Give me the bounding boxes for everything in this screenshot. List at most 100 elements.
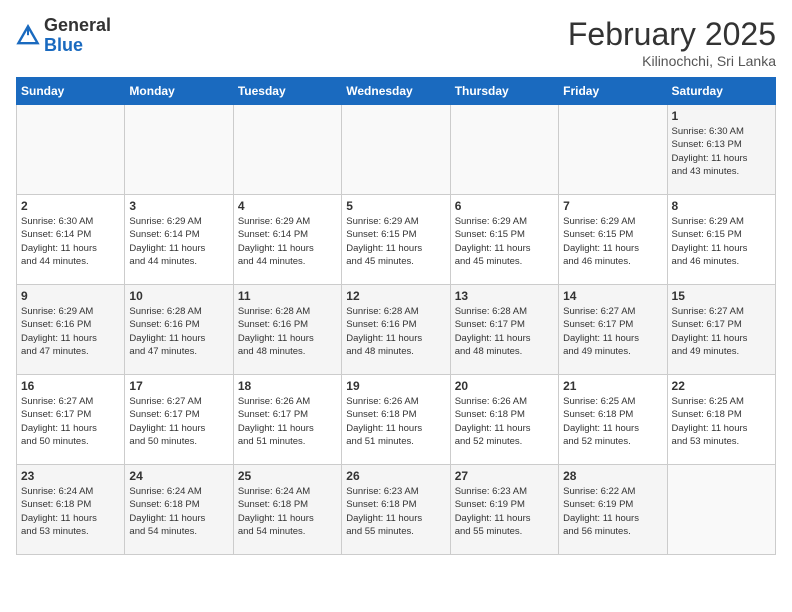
day-info: Sunrise: 6:24 AM Sunset: 6:18 PM Dayligh… <box>238 485 337 538</box>
day-number: 10 <box>129 289 228 303</box>
day-info: Sunrise: 6:23 AM Sunset: 6:18 PM Dayligh… <box>346 485 445 538</box>
day-number: 11 <box>238 289 337 303</box>
day-number: 17 <box>129 379 228 393</box>
day-number: 24 <box>129 469 228 483</box>
weekday-header-thursday: Thursday <box>450 78 558 105</box>
day-number: 18 <box>238 379 337 393</box>
day-number: 23 <box>21 469 120 483</box>
day-number: 16 <box>21 379 120 393</box>
calendar-cell: 11Sunrise: 6:28 AM Sunset: 6:16 PM Dayli… <box>233 285 341 375</box>
day-number: 13 <box>455 289 554 303</box>
calendar-cell <box>342 105 450 195</box>
day-number: 15 <box>672 289 771 303</box>
logo: General Blue <box>16 16 111 56</box>
logo-blue: Blue <box>44 36 111 56</box>
calendar-cell: 4 Sunrise: 6:29 AM Sunset: 6:14 PM Daylig… <box>233 195 341 285</box>
day-number: 20 <box>455 379 554 393</box>
calendar-cell: 5 Sunrise: 6:29 AM Sunset: 6:15 PM Daylig… <box>342 195 450 285</box>
calendar-cell: 18 Sunrise: 6:26 AM Sunset: 6:17 PM Dayli… <box>233 375 341 465</box>
day-info: Sunrise: 6:29 AM Sunset: 6:14 PM Dayligh… <box>129 215 228 268</box>
weekday-header-sunday: Sunday <box>17 78 125 105</box>
day-info: Sunrise: 6:29 AM Sunset: 6:15 PM Dayligh… <box>346 215 445 268</box>
calendar-cell <box>667 465 775 555</box>
calendar-cell <box>17 105 125 195</box>
calendar-table: SundayMondayTuesdayWednesdayThursdayFrid… <box>16 77 776 555</box>
day-info: Sunrise: 6:29 AM Sunset: 6:15 PM Dayligh… <box>455 215 554 268</box>
day-number: 1 <box>672 109 771 123</box>
calendar-cell: 14 Sunrise: 6:27 AM Sunset: 6:17 PM Dayli… <box>559 285 667 375</box>
calendar-title: February 2025 <box>568 16 776 53</box>
calendar-cell: 12 Sunrise: 6:28 AM Sunset: 6:16 PM Dayli… <box>342 285 450 375</box>
calendar-cell: 27 Sunrise: 6:23 AM Sunset: 6:19 PM Dayli… <box>450 465 558 555</box>
calendar-cell: 6Sunrise: 6:29 AM Sunset: 6:15 PM Daylig… <box>450 195 558 285</box>
day-info: Sunrise: 6:29 AM Sunset: 6:15 PM Dayligh… <box>672 215 771 268</box>
day-info: Sunrise: 6:26 AM Sunset: 6:18 PM Dayligh… <box>455 395 554 448</box>
calendar-cell <box>450 105 558 195</box>
calendar-cell: 13 Sunrise: 6:28 AM Sunset: 6:17 PM Dayli… <box>450 285 558 375</box>
day-number: 4 <box>238 199 337 213</box>
calendar-cell: 17 Sunrise: 6:27 AM Sunset: 6:17 PM Dayli… <box>125 375 233 465</box>
day-number: 5 <box>346 199 445 213</box>
calendar-cell: 22 Sunrise: 6:25 AM Sunset: 6:18 PM Dayli… <box>667 375 775 465</box>
day-info: Sunrise: 6:27 AM Sunset: 6:17 PM Dayligh… <box>563 305 662 358</box>
calendar-cell: 9 Sunrise: 6:29 AM Sunset: 6:16 PM Daylig… <box>17 285 125 375</box>
day-info: Sunrise: 6:30 AM Sunset: 6:13 PM Dayligh… <box>672 125 771 178</box>
day-number: 27 <box>455 469 554 483</box>
day-info: Sunrise: 6:23 AM Sunset: 6:19 PM Dayligh… <box>455 485 554 538</box>
day-number: 3 <box>129 199 228 213</box>
day-info: Sunrise: 6:29 AM Sunset: 6:16 PM Dayligh… <box>21 305 120 358</box>
day-info: Sunrise: 6:25 AM Sunset: 6:18 PM Dayligh… <box>563 395 662 448</box>
day-info: Sunrise: 6:28 AM Sunset: 6:17 PM Dayligh… <box>455 305 554 358</box>
day-number: 22 <box>672 379 771 393</box>
day-number: 26 <box>346 469 445 483</box>
calendar-cell: 10 Sunrise: 6:28 AM Sunset: 6:16 PM Dayli… <box>125 285 233 375</box>
calendar-cell: 8 Sunrise: 6:29 AM Sunset: 6:15 PM Daylig… <box>667 195 775 285</box>
calendar-cell <box>559 105 667 195</box>
page-header: General Blue February 2025 Kilinochchi, … <box>16 16 776 69</box>
calendar-cell: 3 Sunrise: 6:29 AM Sunset: 6:14 PM Daylig… <box>125 195 233 285</box>
calendar-cell: 25 Sunrise: 6:24 AM Sunset: 6:18 PM Dayli… <box>233 465 341 555</box>
weekday-header-saturday: Saturday <box>667 78 775 105</box>
day-number: 2 <box>21 199 120 213</box>
calendar-cell: 19 Sunrise: 6:26 AM Sunset: 6:18 PM Dayli… <box>342 375 450 465</box>
calendar-cell: 20 Sunrise: 6:26 AM Sunset: 6:18 PM Dayli… <box>450 375 558 465</box>
day-info: Sunrise: 6:29 AM Sunset: 6:14 PM Dayligh… <box>238 215 337 268</box>
day-info: Sunrise: 6:24 AM Sunset: 6:18 PM Dayligh… <box>21 485 120 538</box>
day-info: Sunrise: 6:22 AM Sunset: 6:19 PM Dayligh… <box>563 485 662 538</box>
calendar-cell: 24 Sunrise: 6:24 AM Sunset: 6:18 PM Dayli… <box>125 465 233 555</box>
calendar-subtitle: Kilinochchi, Sri Lanka <box>568 53 776 69</box>
calendar-cell <box>233 105 341 195</box>
day-number: 9 <box>21 289 120 303</box>
day-number: 12 <box>346 289 445 303</box>
day-number: 14 <box>563 289 662 303</box>
day-number: 19 <box>346 379 445 393</box>
calendar-cell: 28 Sunrise: 6:22 AM Sunset: 6:19 PM Dayli… <box>559 465 667 555</box>
calendar-cell: 7 Sunrise: 6:29 AM Sunset: 6:15 PM Daylig… <box>559 195 667 285</box>
day-number: 28 <box>563 469 662 483</box>
calendar-cell <box>125 105 233 195</box>
weekday-header-wednesday: Wednesday <box>342 78 450 105</box>
logo-icon <box>16 24 40 48</box>
day-number: 25 <box>238 469 337 483</box>
calendar-cell: 16Sunrise: 6:27 AM Sunset: 6:17 PM Dayli… <box>17 375 125 465</box>
day-info: Sunrise: 6:25 AM Sunset: 6:18 PM Dayligh… <box>672 395 771 448</box>
day-info: Sunrise: 6:27 AM Sunset: 6:17 PM Dayligh… <box>672 305 771 358</box>
day-info: Sunrise: 6:30 AM Sunset: 6:14 PM Dayligh… <box>21 215 120 268</box>
logo-general: General <box>44 16 111 36</box>
calendar-cell: 1 Sunrise: 6:30 AM Sunset: 6:13 PM Daylig… <box>667 105 775 195</box>
day-number: 21 <box>563 379 662 393</box>
day-number: 7 <box>563 199 662 213</box>
weekday-header-friday: Friday <box>559 78 667 105</box>
calendar-cell: 15 Sunrise: 6:27 AM Sunset: 6:17 PM Dayli… <box>667 285 775 375</box>
day-info: Sunrise: 6:29 AM Sunset: 6:15 PM Dayligh… <box>563 215 662 268</box>
day-number: 8 <box>672 199 771 213</box>
day-info: Sunrise: 6:24 AM Sunset: 6:18 PM Dayligh… <box>129 485 228 538</box>
day-info: Sunrise: 6:26 AM Sunset: 6:18 PM Dayligh… <box>346 395 445 448</box>
day-info: Sunrise: 6:28 AM Sunset: 6:16 PM Dayligh… <box>129 305 228 358</box>
title-block: February 2025 Kilinochchi, Sri Lanka <box>568 16 776 69</box>
calendar-cell: 23 Sunrise: 6:24 AM Sunset: 6:18 PM Dayli… <box>17 465 125 555</box>
day-info: Sunrise: 6:28 AM Sunset: 6:16 PM Dayligh… <box>346 305 445 358</box>
calendar-cell: 2 Sunrise: 6:30 AM Sunset: 6:14 PM Daylig… <box>17 195 125 285</box>
day-info: Sunrise: 6:26 AM Sunset: 6:17 PM Dayligh… <box>238 395 337 448</box>
day-info: Sunrise: 6:27 AM Sunset: 6:17 PM Dayligh… <box>129 395 228 448</box>
